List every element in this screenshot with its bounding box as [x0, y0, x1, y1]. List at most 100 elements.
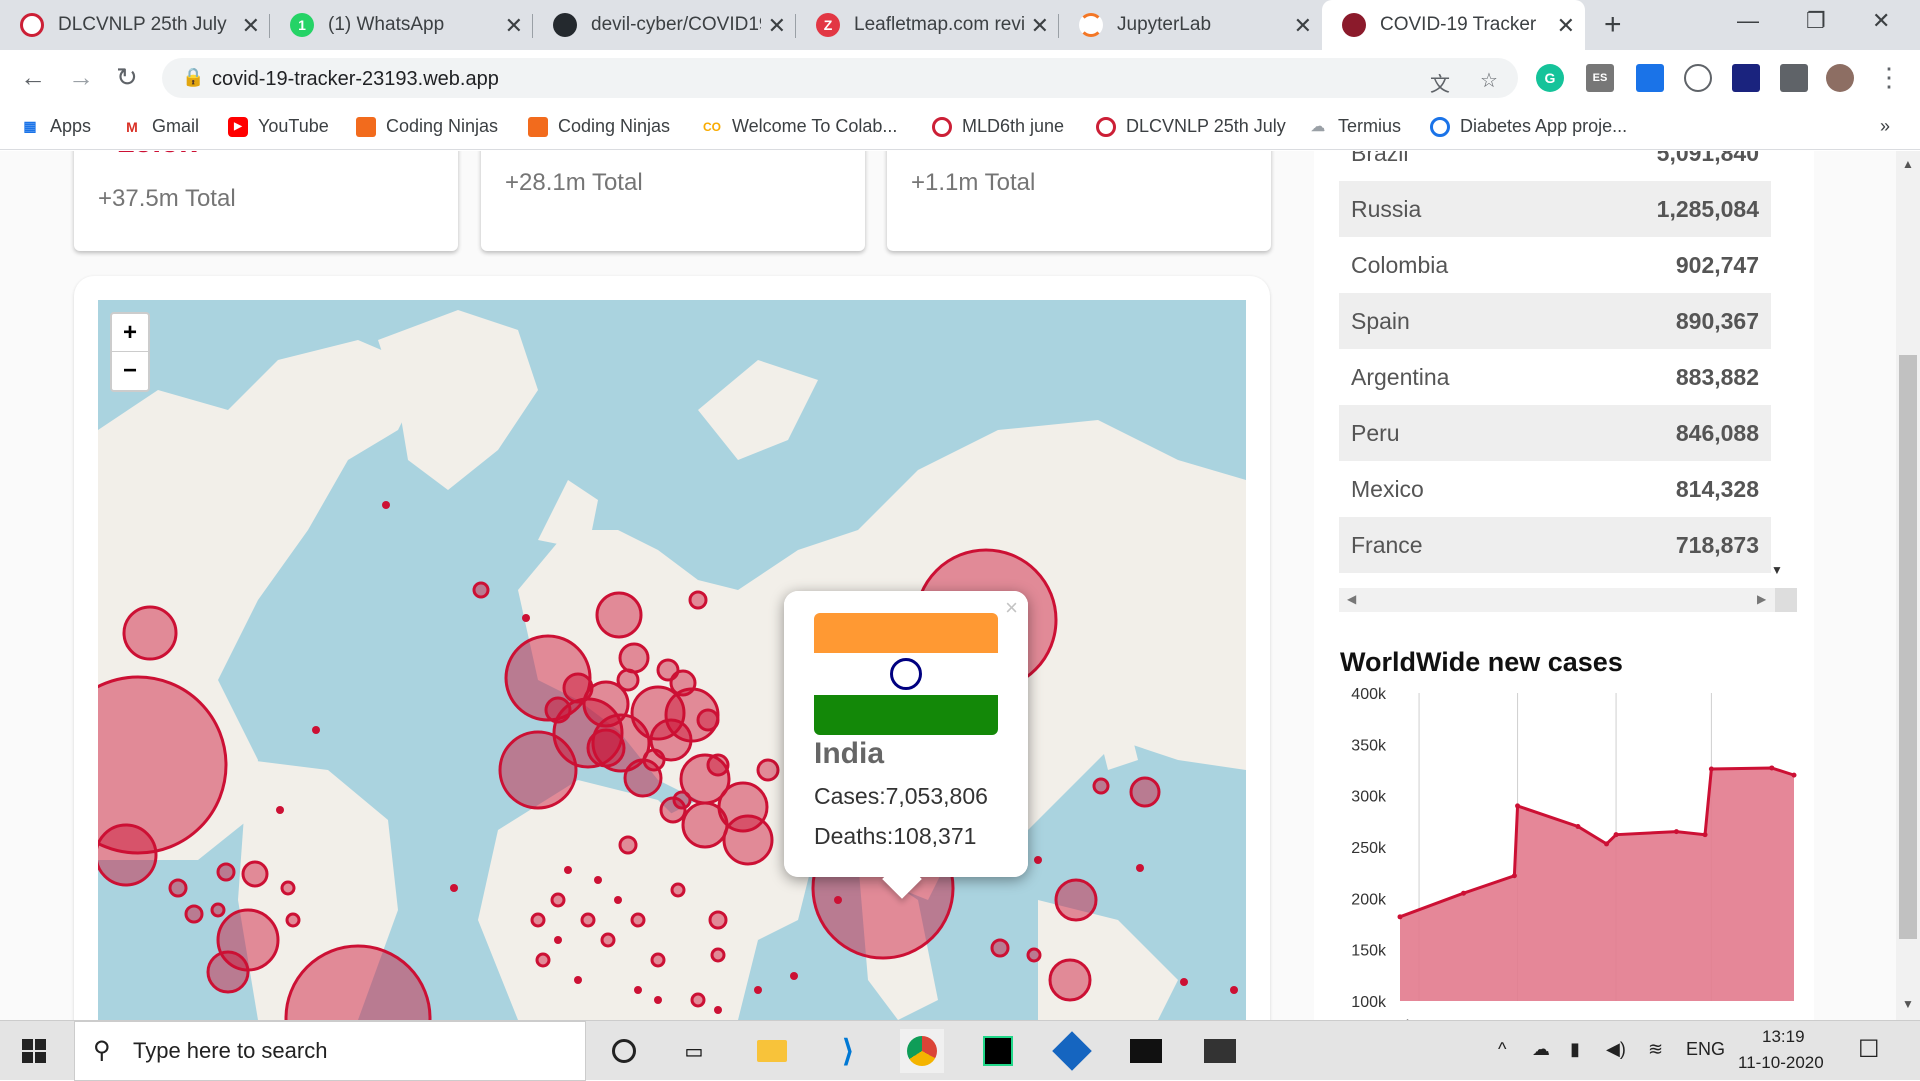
table-row[interactable]: Peru 846,088	[1339, 405, 1771, 461]
world-map[interactable]: + −	[98, 300, 1246, 1020]
close-tab-icon[interactable]: ✕	[505, 13, 523, 39]
page-content: +15.5k +37.5m Total +28.1m Total +1.1m T…	[0, 151, 1920, 1020]
pycharm-icon[interactable]	[976, 1029, 1020, 1073]
close-window-button[interactable]: ✕	[1872, 8, 1890, 34]
clock-time[interactable]: 13:19	[1762, 1027, 1805, 1047]
scroll-down-arrow-icon[interactable]: ▼	[1771, 563, 1783, 577]
windows-start-icon[interactable]	[12, 1029, 56, 1073]
table-horizontal-scrollbar[interactable]: ◀ ▶	[1339, 588, 1797, 612]
minimize-button[interactable]: —	[1737, 8, 1759, 34]
vscode-icon[interactable]: ⟩	[826, 1029, 870, 1073]
volume-icon[interactable]: ◀)	[1606, 1039, 1626, 1060]
tab-whatsapp[interactable]: 1 (1) WhatsApp ✕	[270, 0, 533, 50]
stats-card-partial-value: +15.5k	[98, 151, 197, 160]
bookmark-star-icon[interactable]: ☆	[1480, 68, 1498, 93]
table-row[interactable]: France 718,873	[1339, 517, 1771, 573]
lock-icon[interactable]: 🔒	[182, 67, 204, 88]
zoom-in-button[interactable]: +	[112, 314, 148, 352]
bookmark-colab[interactable]: CO Welcome To Colab...	[702, 116, 897, 137]
page-scroll-thumb[interactable]	[1899, 355, 1917, 939]
tab-github[interactable]: devil-cyber/COVID19 ✕	[533, 0, 796, 50]
clock-date[interactable]: 11-10-2020	[1738, 1053, 1824, 1073]
zomato-icon: Z	[816, 13, 840, 37]
table-row[interactable]: Brazil 5,091,840	[1339, 151, 1771, 181]
battery-icon[interactable]: ▮	[1570, 1039, 1580, 1060]
table-row[interactable]: Colombia 902,747	[1339, 237, 1771, 293]
back-button[interactable]: ←	[20, 62, 46, 93]
close-tab-icon[interactable]: ✕	[1557, 13, 1575, 39]
bookmark-dlcvnlp[interactable]: DLCVNLP 25th July	[1096, 116, 1286, 137]
cortana-icon[interactable]	[602, 1029, 646, 1073]
file-explorer-icon[interactable]	[750, 1029, 794, 1073]
avatar[interactable]	[1826, 64, 1854, 92]
popup-close-button[interactable]: ×	[1005, 595, 1018, 621]
zoom-out-button[interactable]: −	[112, 352, 148, 390]
bookmark-diabetes-app[interactable]: Diabetes App proje...	[1430, 116, 1627, 137]
y-tick-label: 200k	[1351, 891, 1387, 908]
close-tab-icon[interactable]: ✕	[768, 13, 786, 39]
address-bar[interactable]: 🔒 covid-19-tracker-23193.web.app 文 ☆	[162, 58, 1518, 98]
code-extension-icon[interactable]	[1684, 64, 1712, 92]
restore-button[interactable]: ❐	[1806, 8, 1826, 34]
virtualbox-icon[interactable]	[1050, 1029, 1094, 1073]
bookmark-termius[interactable]: ☁ Termius	[1308, 116, 1401, 137]
onedrive-icon[interactable]: ☁	[1532, 1039, 1550, 1060]
close-tab-icon[interactable]: ✕	[1294, 13, 1312, 39]
tab-jupyterlab[interactable]: JupyterLab ✕	[1059, 0, 1322, 50]
kebab-menu-icon[interactable]: ⋮	[1876, 62, 1902, 93]
eyedropper-icon[interactable]	[1636, 64, 1664, 92]
cloud-icon: ☁	[1311, 118, 1325, 134]
scroll-left-arrow-icon[interactable]: ◀	[1347, 592, 1356, 606]
bookmark-mld6th[interactable]: MLD6th june	[932, 116, 1064, 137]
tray-chevron-icon[interactable]: ^	[1498, 1039, 1506, 1060]
close-tab-icon[interactable]: ✕	[242, 13, 260, 39]
language-indicator[interactable]: ENG	[1686, 1039, 1725, 1060]
stats-card-cases[interactable]: +15.5k +37.5m Total	[74, 151, 458, 251]
es-extension-icon[interactable]: ES	[1586, 64, 1614, 92]
extensions-puzzle-icon[interactable]	[1780, 64, 1808, 92]
bookmark-coding-ninjas-1[interactable]: Coding Ninjas	[356, 116, 498, 137]
bookmark-coding-ninjas-2[interactable]: Coding Ninjas	[528, 116, 670, 137]
youtube-icon: ▶	[228, 116, 248, 137]
task-view-icon[interactable]: ▭	[672, 1029, 716, 1073]
diabetes-app-icon	[1430, 116, 1450, 137]
github-icon	[553, 13, 577, 37]
table-row[interactable]: Mexico 814,328	[1339, 461, 1771, 517]
chrome-icon[interactable]	[900, 1029, 944, 1073]
cmd-icon[interactable]	[1198, 1029, 1242, 1073]
close-tab-icon[interactable]: ✕	[1031, 13, 1049, 39]
data-point	[1702, 832, 1708, 838]
translate-icon[interactable]: 文	[1430, 68, 1450, 97]
notification-icon[interactable]: ☐	[1858, 1035, 1880, 1064]
dlcv-icon	[20, 13, 44, 37]
table-row[interactable]: Russia 1,285,084	[1339, 181, 1771, 237]
terminal-icon[interactable]	[1124, 1029, 1168, 1073]
wifi-icon[interactable]: ≋	[1648, 1039, 1663, 1060]
table-row[interactable]: Spain 890,367	[1339, 293, 1771, 349]
table-vertical-scrollbar[interactable]: ▼	[1769, 151, 1785, 581]
page-scrollbar[interactable]: ▲ ▼	[1896, 151, 1920, 1020]
grammarly-icon[interactable]: G	[1536, 64, 1564, 92]
reload-button[interactable]: ↻	[116, 62, 138, 93]
stats-card-total: +1.1m Total	[911, 169, 1036, 196]
screen-extension-icon[interactable]	[1732, 64, 1760, 92]
new-tab-button[interactable]: +	[1604, 8, 1622, 42]
scroll-right-arrow-icon[interactable]: ▶	[1757, 592, 1766, 606]
tab-leafletmap[interactable]: Z Leafletmap.com revie ✕	[796, 0, 1059, 50]
tab-dlcvnlp[interactable]: DLCVNLP 25th July ✕	[0, 0, 270, 50]
bookmark-youtube[interactable]: ▶ YouTube	[228, 116, 329, 137]
taskbar-search[interactable]: ⚲ Type here to search	[74, 1021, 586, 1081]
tab-covid-tracker[interactable]: COVID-19 Tracker ✕	[1322, 0, 1585, 50]
table-row[interactable]: Argentina 883,882	[1339, 349, 1771, 405]
map-layer	[98, 310, 1246, 1020]
stats-card-deaths[interactable]: +1.1m Total	[887, 151, 1271, 251]
forward-button[interactable]: →	[68, 62, 94, 93]
page-scroll-up-icon[interactable]: ▲	[1902, 157, 1914, 171]
bookmark-apps[interactable]: ▦ Apps	[20, 116, 91, 137]
page-scroll-down-icon[interactable]: ▼	[1902, 997, 1914, 1011]
coding-ninjas-icon	[528, 116, 548, 137]
stats-card-recovered[interactable]: +28.1m Total	[481, 151, 865, 251]
country-table: Brazil 5,091,840 Russia 1,285,084 Colombia…	[1339, 151, 1771, 591]
bookmarks-overflow-icon[interactable]: »	[1880, 116, 1890, 137]
bookmark-gmail[interactable]: M Gmail	[122, 116, 199, 137]
